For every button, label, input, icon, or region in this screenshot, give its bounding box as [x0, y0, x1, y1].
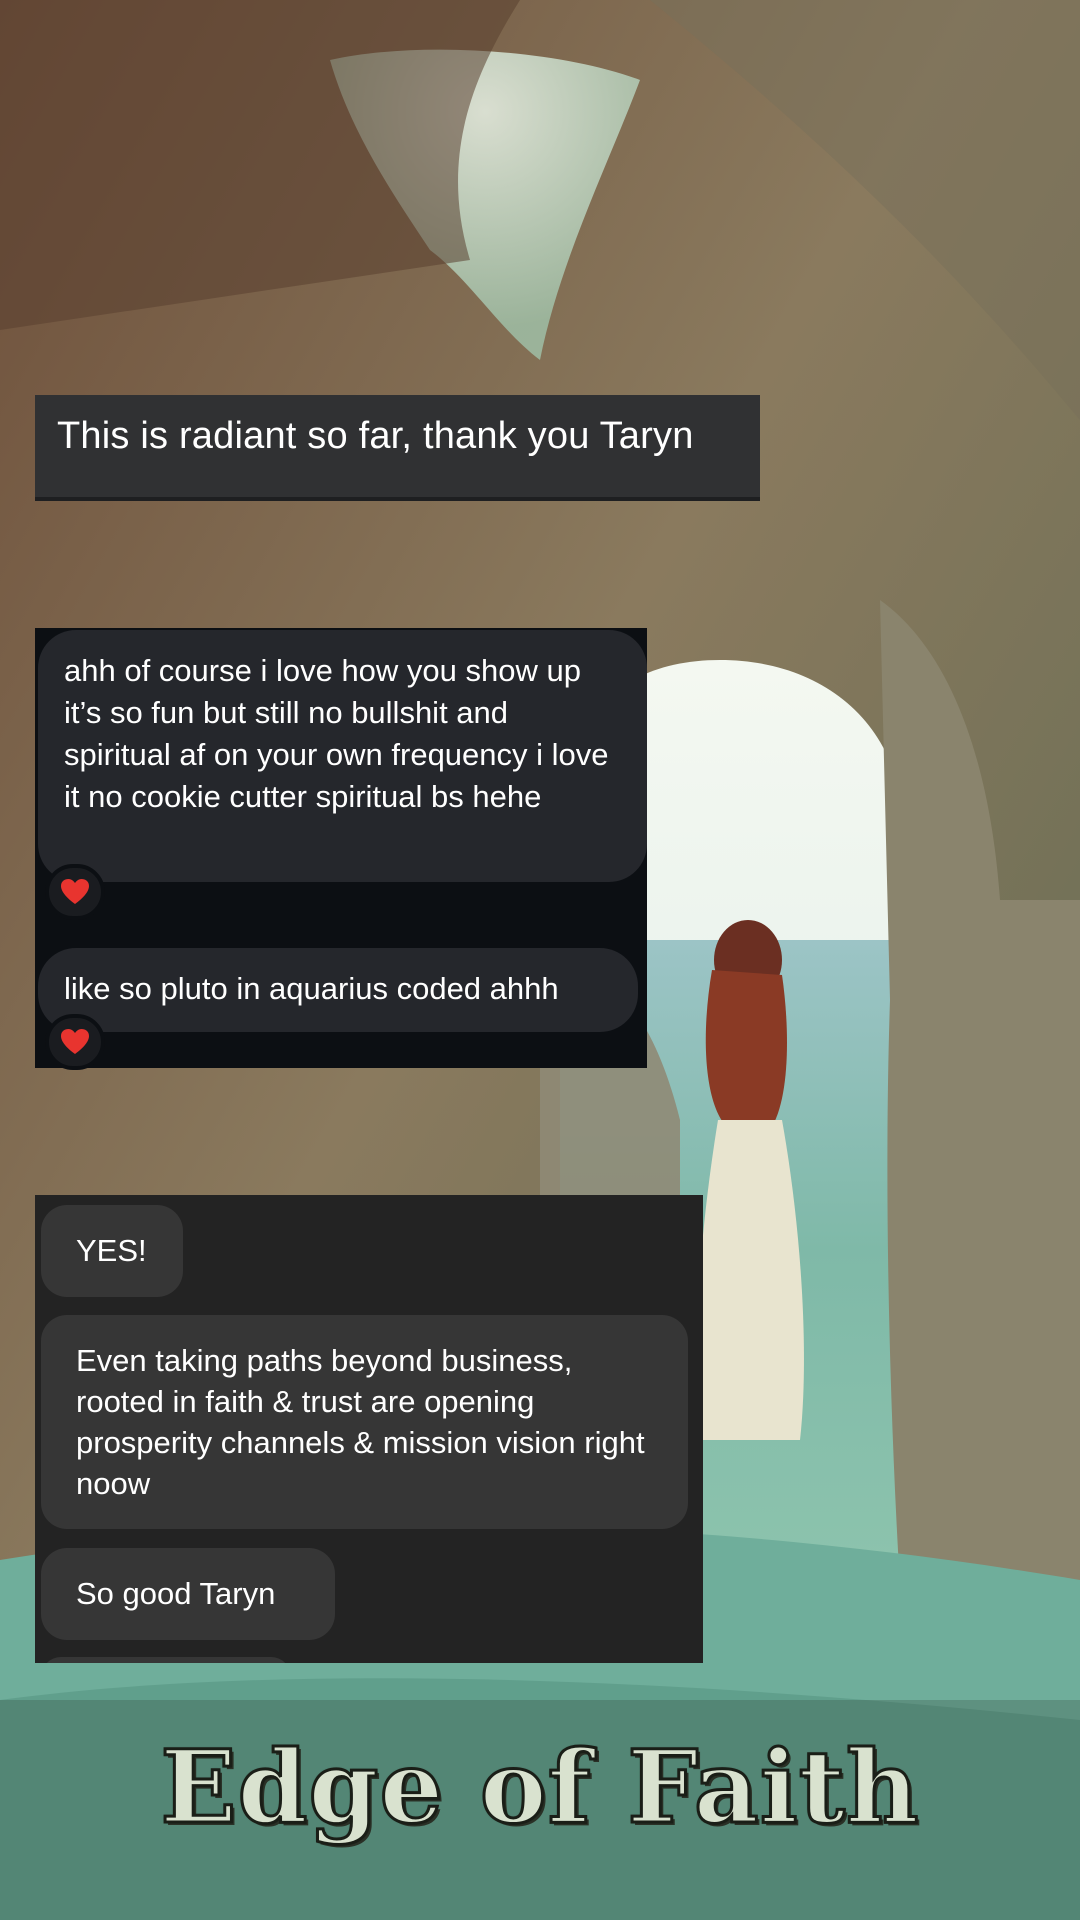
message-bubble[interactable]: YES! [41, 1205, 183, 1297]
message-bubble[interactable]: ahh of course i love how you show up it’… [38, 630, 647, 882]
message-bubble[interactable]: like so pluto in aquarius coded ahhh [38, 948, 638, 1032]
message-text: Even taking paths beyond business, roote… [76, 1343, 645, 1501]
message-text: So good Taryn [76, 1576, 276, 1611]
message-bubble-partial [41, 1657, 291, 1663]
message-card-1: This is radiant so far, thank you Taryn [35, 395, 760, 501]
message-text: ahh of course i love how you show up it’… [64, 653, 609, 814]
message-text: YES! [76, 1233, 147, 1268]
message-bubble[interactable]: Even taking paths beyond business, roote… [41, 1315, 688, 1529]
message-bubble[interactable]: So good Taryn [41, 1548, 335, 1640]
heart-reaction-icon[interactable] [45, 864, 105, 920]
message-text: like so pluto in aquarius coded ahhh [64, 971, 559, 1006]
page-title: Edge of Faith [159, 1727, 920, 1848]
message-text: This is radiant so far, thank you Taryn [57, 415, 694, 457]
message-card-3: YES! Even taking paths beyond business, … [35, 1195, 703, 1663]
heart-reaction-icon[interactable] [45, 1014, 105, 1070]
message-card-2: ahh of course i love how you show up it’… [35, 628, 647, 1070]
